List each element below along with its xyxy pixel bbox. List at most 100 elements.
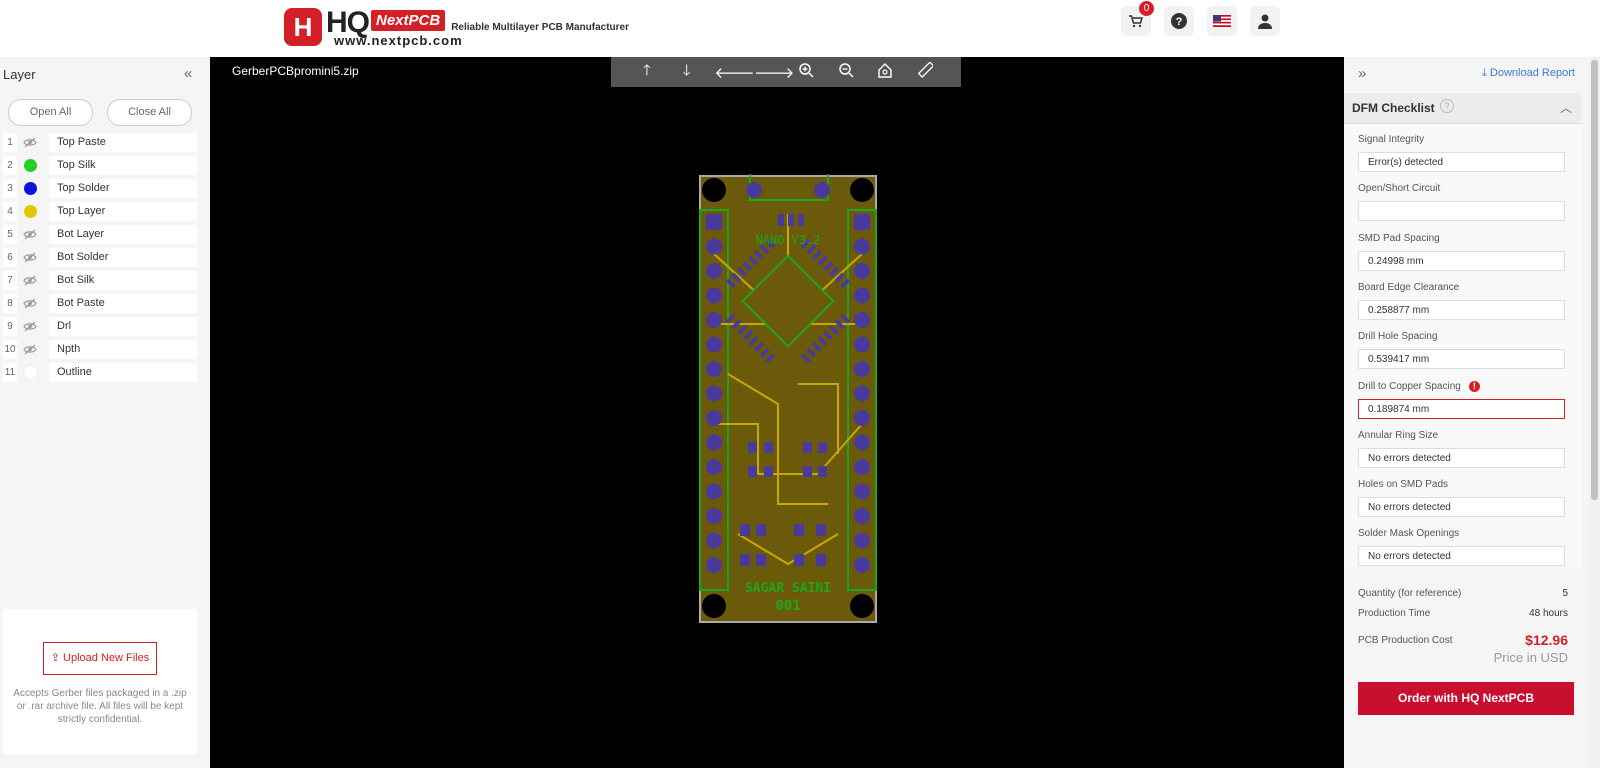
cost-label: PCB Production Cost <box>1358 635 1453 646</box>
arrow-down-icon[interactable]: 🡓 <box>675 60 699 85</box>
zoom-in-icon[interactable] <box>794 62 818 82</box>
layer-row[interactable]: 5 Bot Layer <box>3 223 197 246</box>
eye-slash-icon[interactable] <box>17 340 43 359</box>
order-button[interactable]: Order with HQ NextPCB <box>1358 682 1574 715</box>
download-report-link[interactable]: ⤓ Download Report <box>1482 67 1575 80</box>
upload-area: ⇪ Upload New Files Accepts Gerber files … <box>3 609 197 754</box>
arrow-up-icon[interactable]: 🡑 <box>635 60 659 85</box>
layer-row[interactable]: 2 Top Silk <box>3 154 197 177</box>
dfm-check-label-text: SMD Pad Spacing <box>1358 232 1440 244</box>
layer-row[interactable]: 4 Top Layer <box>3 200 197 223</box>
layer-number: 8 <box>3 294 17 313</box>
layer-color-dot[interactable] <box>17 156 43 175</box>
dfm-check-item: Signal Integrity Error(s) detected <box>1358 134 1565 172</box>
layer-row[interactable]: 9 Drl <box>3 315 197 338</box>
user-icon[interactable] <box>1250 6 1280 36</box>
dfm-check-label: SMD Pad Spacing <box>1358 233 1565 247</box>
layer-row[interactable]: 7 Bot Silk <box>3 269 197 292</box>
layer-name: Npth <box>49 340 197 359</box>
cart-count-badge: 0 <box>1139 1 1154 16</box>
eye-slash-icon[interactable] <box>17 271 43 290</box>
layer-panel: Layer « Open All Close All 1 Top Paste 2 To… <box>0 57 210 768</box>
layer-row[interactable]: 3 Top Solder <box>3 177 197 200</box>
header-pad <box>854 434 870 451</box>
layer-row[interactable]: 10 Npth <box>3 338 197 361</box>
dfm-check-label-text: Board Edge Clearance <box>1358 281 1460 293</box>
close-all-button[interactable]: Close All <box>107 99 192 126</box>
layer-number: 9 <box>3 317 17 336</box>
dfm-check-label-text: Solder Mask Openings <box>1358 528 1460 540</box>
dfm-check-value: No errors detected <box>1358 497 1565 518</box>
scrollbar-thumb[interactable] <box>1591 60 1598 500</box>
layer-color-dot[interactable] <box>17 363 43 382</box>
warning-icon: ! <box>1468 380 1480 392</box>
dfm-check-value: 0.258877 mm <box>1358 299 1565 320</box>
logo-mark: H <box>284 8 322 46</box>
dfm-check-item: Holes on SMD Pads No errors detected <box>1358 479 1565 518</box>
open-all-button[interactable]: Open All <box>8 99 93 126</box>
upload-new-files-button[interactable]: ⇪ Upload New Files <box>43 642 157 675</box>
layer-row[interactable]: 6 Bot Solder <box>3 246 197 269</box>
header-pad <box>854 361 870 377</box>
flag-us-icon[interactable] <box>1207 6 1237 36</box>
dfm-check-item: SMD Pad Spacing 0.24998 mm <box>1358 233 1565 271</box>
layer-color-dot[interactable] <box>17 179 43 198</box>
dfm-check-value: 0.189874 mm <box>1358 398 1565 419</box>
collapse-left-icon[interactable]: « <box>184 65 192 82</box>
board-label-model: NANO V3.2 <box>755 233 820 247</box>
dfm-check-value: No errors detected <box>1358 447 1565 468</box>
layer-row[interactable]: 11 Outline <box>3 361 197 384</box>
zoom-out-icon[interactable] <box>834 62 858 82</box>
header-pad <box>706 312 722 328</box>
ruler-icon[interactable] <box>913 61 937 82</box>
production-time-row: Production Time 48 hours <box>1358 608 1568 619</box>
dfm-checklist: Signal Integrity Error(s) detected Open/Sh… <box>1344 124 1581 569</box>
dfm-check-label-text: Annular Ring Size <box>1358 429 1439 441</box>
header-pad <box>706 508 722 524</box>
layer-name: Drl <box>49 317 197 336</box>
eye-slash-icon[interactable] <box>17 294 43 313</box>
layer-panel-title: Layer <box>3 67 36 82</box>
dfm-header[interactable]: DFM Checklist ? ︿ <box>1344 93 1581 124</box>
dfm-check-label: Board Edge Clearance <box>1358 282 1565 296</box>
dfm-check-label: Signal Integrity <box>1358 134 1565 148</box>
board-label-number: 001 <box>775 598 800 614</box>
color-swatch <box>23 182 37 195</box>
layer-name: Bot Layer <box>49 225 197 244</box>
quantity-row: Quantity (for reference) 5 <box>1358 588 1568 599</box>
header-pad <box>854 508 870 524</box>
layer-number: 11 <box>3 363 17 382</box>
home-icon[interactable] <box>873 62 897 82</box>
header-pad <box>706 287 722 304</box>
dfm-check-label: Open/Short Circuit <box>1358 183 1565 197</box>
eye-slash-icon[interactable] <box>17 133 43 152</box>
layer-row[interactable]: 8 Bot Paste <box>3 292 197 315</box>
arrow-right-icon[interactable]: 🡒 <box>754 63 794 82</box>
dfm-check-item: Open/Short Circuit <box>1358 183 1565 222</box>
gerber-filename: GerberPCBpromini5.zip <box>232 64 359 78</box>
arrow-left-icon[interactable]: 🡐 <box>714 63 754 82</box>
dfm-check-label-text: Drill Hole Spacing <box>1358 331 1438 343</box>
header-pad <box>706 483 722 500</box>
layer-list: 1 Top Paste 2 Top Silk 3 Top Solder 4 Top Layer… <box>3 131 197 384</box>
order-summary: Quantity (for reference) 5 Production Ti… <box>1344 582 1581 768</box>
help-icon[interactable]: ? <box>1164 6 1194 36</box>
color-swatch <box>23 205 37 218</box>
header-pad <box>854 312 870 328</box>
header-pad <box>706 214 722 230</box>
help-icon[interactable]: ? <box>1440 99 1454 113</box>
dfm-check-value: 0.539417 mm <box>1358 349 1565 370</box>
header-pad <box>854 385 870 402</box>
cost-value: $12.96 <box>1525 632 1568 648</box>
gerber-viewer[interactable]: GerberPCBpromini5.zip 🡑 🡓 🡐 🡒 NANO V3.2 … <box>210 57 1344 768</box>
layer-row[interactable]: 1 Top Paste <box>3 131 197 154</box>
eye-slash-icon[interactable] <box>17 248 43 267</box>
layer-color-dot[interactable] <box>17 202 43 221</box>
dfm-check-label-text: Signal Integrity <box>1358 134 1425 145</box>
expand-right-icon[interactable]: » <box>1358 65 1366 82</box>
dfm-check-value: 0.24998 mm <box>1358 250 1565 271</box>
eye-slash-icon[interactable] <box>17 317 43 336</box>
eye-slash-icon[interactable] <box>17 225 43 244</box>
chevron-up-icon[interactable]: ︿ <box>1560 99 1572 116</box>
header-pad <box>854 238 870 255</box>
